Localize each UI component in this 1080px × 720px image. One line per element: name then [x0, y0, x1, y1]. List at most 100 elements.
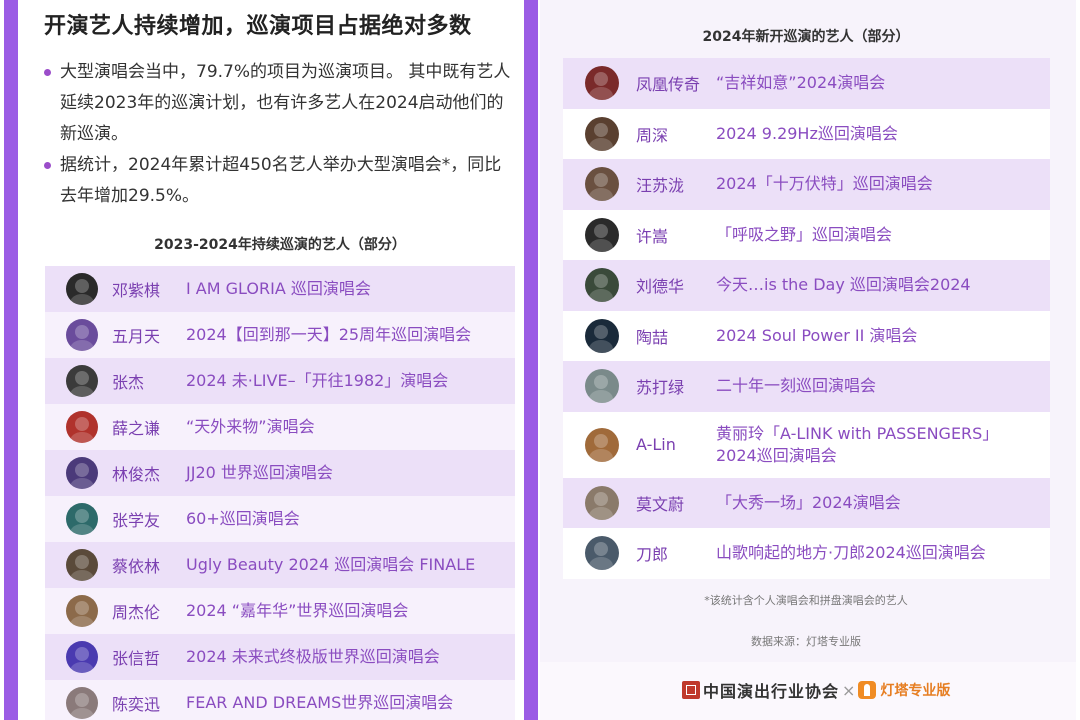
dengta-logo-icon [858, 681, 877, 699]
concert-title-line-1: 黄丽玲「A-LINK with PASSENGERS」 [716, 423, 999, 443]
artist-avatar-icon [585, 217, 619, 252]
artist-avatar-icon [585, 536, 619, 571]
artist-avatar-icon [585, 167, 619, 202]
left-infographic-panel: 开演艺人持续增加，巡演项目占据绝对多数 大型演唱会当中，79.7%的项目为巡演项… [18, 0, 524, 720]
artist-avatar-icon [66, 365, 98, 397]
artist-name: 苏打绿 [636, 378, 685, 398]
artist-avatar-icon [585, 318, 619, 353]
concert-title: 2024 “嘉年华”世界巡回演唱会 [186, 601, 409, 620]
association-logo-text: 中国演出行业协会 [703, 682, 840, 701]
artist-row: 陈奕迅 FEAR AND DREAMS世界巡回演唱会 [45, 680, 515, 720]
concert-title: 2024 未来式终极版世界巡回演唱会 [186, 647, 440, 666]
artist-avatar-icon [585, 268, 619, 303]
artist-avatar-icon [66, 273, 98, 305]
concert-title: “天外来物”演唱会 [186, 417, 315, 436]
right-infographic-panel: 2024年新开巡演的艺人（部分） 凤凰传奇 “吉祥如意”2024演唱会 周深 2… [540, 0, 1076, 720]
artist-name: 五月天 [112, 327, 161, 346]
artist-avatar-icon [66, 503, 98, 535]
artist-name: 邓紫棋 [112, 281, 161, 300]
concert-title: Ugly Beauty 2024 巡回演唱会 FINALE [186, 555, 476, 574]
bullet-item: 大型演唱会当中，79.7%的项目为巡演项目。 其中既有艺人延续2023年的巡演计… [44, 57, 514, 150]
artist-avatar-icon [585, 369, 619, 404]
concert-title: 2024【回到那一天】25周年巡回演唱会 [186, 325, 472, 344]
artist-row: A-Lin 黄丽玲「A-LINK with PASSENGERS」 2024巡回… [563, 411, 1050, 478]
concert-title: 2024 9.29Hz巡回演唱会 [716, 123, 898, 143]
artist-row: 张信哲 2024 未来式终极版世界巡回演唱会 [45, 634, 515, 680]
artist-avatar-icon [66, 411, 98, 443]
headline: 开演艺人持续增加，巡演项目占据绝对多数 [44, 14, 472, 39]
concert-title: 今天…is the Day 巡回演唱会2024 [716, 275, 971, 295]
bullet-dot-icon [44, 69, 51, 76]
bullet-item: 据统计，2024年累计超450名艺人举办大型演唱会*，同比去年增加29.5%。 [44, 150, 514, 212]
artist-name: 张信哲 [112, 649, 161, 668]
artist-row: 邓紫棋 I AM GLORIA 巡回演唱会 [45, 266, 515, 312]
artist-row: 周深 2024 9.29Hz巡回演唱会 [563, 108, 1050, 159]
data-source-note: 数据来源：灯塔专业版 [751, 635, 861, 648]
concert-title: 2024「十万伏特」巡回演唱会 [716, 174, 933, 194]
artist-name: 薛之谦 [112, 419, 161, 438]
artist-row: 凤凰传奇 “吉祥如意”2024演唱会 [563, 58, 1050, 109]
artist-avatar-icon [66, 457, 98, 489]
new-tours-table: 凤凰传奇 “吉祥如意”2024演唱会 周深 2024 9.29Hz巡回演唱会 汪… [563, 58, 1050, 579]
concert-title: 「呼吸之野」巡回演唱会 [716, 224, 893, 244]
artist-avatar-icon [585, 66, 619, 101]
bullet-dot-icon [44, 162, 51, 169]
concert-title-line-2: 2024巡回演唱会 [716, 445, 837, 465]
association-seal-icon [682, 681, 700, 699]
artist-avatar-icon [66, 549, 98, 581]
artist-row: 刘德华 今天…is the Day 巡回演唱会2024 [563, 260, 1050, 311]
concert-title: “吉祥如意”2024演唱会 [716, 73, 886, 93]
new-tours-title: 2024年新开巡演的艺人（部分） [702, 29, 910, 45]
artist-avatar-icon [585, 116, 619, 151]
artist-avatar-icon [585, 427, 619, 462]
concert-title: 山歌响起的地方·刀郎2024巡回演唱会 [716, 543, 986, 563]
middle-accent-bar [524, 0, 538, 720]
artist-row: 五月天 2024【回到那一天】25周年巡回演唱会 [45, 312, 515, 358]
artist-name: 许嵩 [636, 226, 669, 246]
artist-row: 林俊杰 JJ20 世界巡回演唱会 [45, 450, 515, 496]
artist-avatar-icon [66, 687, 98, 719]
artist-row: 周杰伦 2024 “嘉年华”世界巡回演唱会 [45, 588, 515, 634]
artist-name: 陈奕迅 [112, 695, 161, 714]
artist-name: 蔡依林 [112, 557, 161, 576]
artist-row: 莫文蔚 「大秀一场」2024演唱会 [563, 477, 1050, 528]
artist-row: 薛之谦 “天外来物”演唱会 [45, 404, 515, 450]
artist-avatar-icon [66, 595, 98, 627]
artist-name: 凤凰传奇 [636, 75, 701, 95]
continuing-tours-table: 邓紫棋 I AM GLORIA 巡回演唱会 五月天 2024【回到那一天】25周… [45, 266, 515, 720]
artist-name: 汪苏泷 [636, 176, 685, 196]
artist-row: 刀郎 山歌响起的地方·刀郎2024巡回演唱会 [563, 528, 1050, 579]
statistics-footnote: *该统计含个人演唱会和拼盘演唱会的艺人 [704, 594, 908, 607]
concert-title: 2024 未·LIVE–「开往1982」演唱会 [186, 371, 449, 390]
concert-title: 二十年一刻巡回演唱会 [716, 376, 877, 396]
artist-avatar-icon [585, 485, 619, 520]
artist-name: 刘德华 [636, 277, 685, 297]
artist-name: 周杰伦 [112, 603, 161, 622]
artist-name: 张学友 [112, 511, 161, 530]
artist-name: 张杰 [112, 373, 145, 392]
collaboration-separator: × [842, 680, 856, 700]
concert-title: I AM GLORIA 巡回演唱会 [186, 279, 371, 298]
concert-title: 2024 Soul Power II 演唱会 [716, 325, 918, 345]
artist-name: 陶喆 [636, 327, 669, 347]
dengta-logo-text: 灯塔专业版 [880, 683, 951, 699]
artist-name: 林俊杰 [112, 465, 161, 484]
artist-avatar-icon [66, 319, 98, 351]
artist-name: 周深 [636, 125, 669, 145]
artist-name: 莫文蔚 [636, 494, 685, 514]
concert-title: 黄丽玲「A-LINK with PASSENGERS」 2024巡回演唱会 [716, 423, 998, 467]
bullet-text: 大型演唱会当中，79.7%的项目为巡演项目。 其中既有艺人延续2023年的巡演计… [60, 62, 511, 144]
artist-avatar-icon [66, 641, 98, 673]
left-accent-bar [4, 0, 18, 720]
concert-title: 「大秀一场」2024演唱会 [716, 492, 901, 512]
bullet-text: 据统计，2024年累计超450名艺人举办大型演唱会*，同比去年增加29.5%。 [60, 155, 502, 206]
artist-row: 许嵩 「呼吸之野」巡回演唱会 [563, 209, 1050, 260]
logo-group: 中国演出行业协会 × 灯塔专业版 [682, 678, 950, 702]
artist-row: 苏打绿 二十年一刻巡回演唱会 [563, 361, 1050, 412]
concert-title: FEAR AND DREAMS世界巡回演唱会 [186, 693, 454, 712]
artist-row: 张杰 2024 未·LIVE–「开往1982」演唱会 [45, 358, 515, 404]
artist-row: 陶喆 2024 Soul Power II 演唱会 [563, 310, 1050, 361]
artist-name: 刀郎 [636, 545, 669, 565]
concert-title: 60+巡回演唱会 [186, 509, 300, 528]
artist-row: 张学友 60+巡回演唱会 [45, 496, 515, 542]
